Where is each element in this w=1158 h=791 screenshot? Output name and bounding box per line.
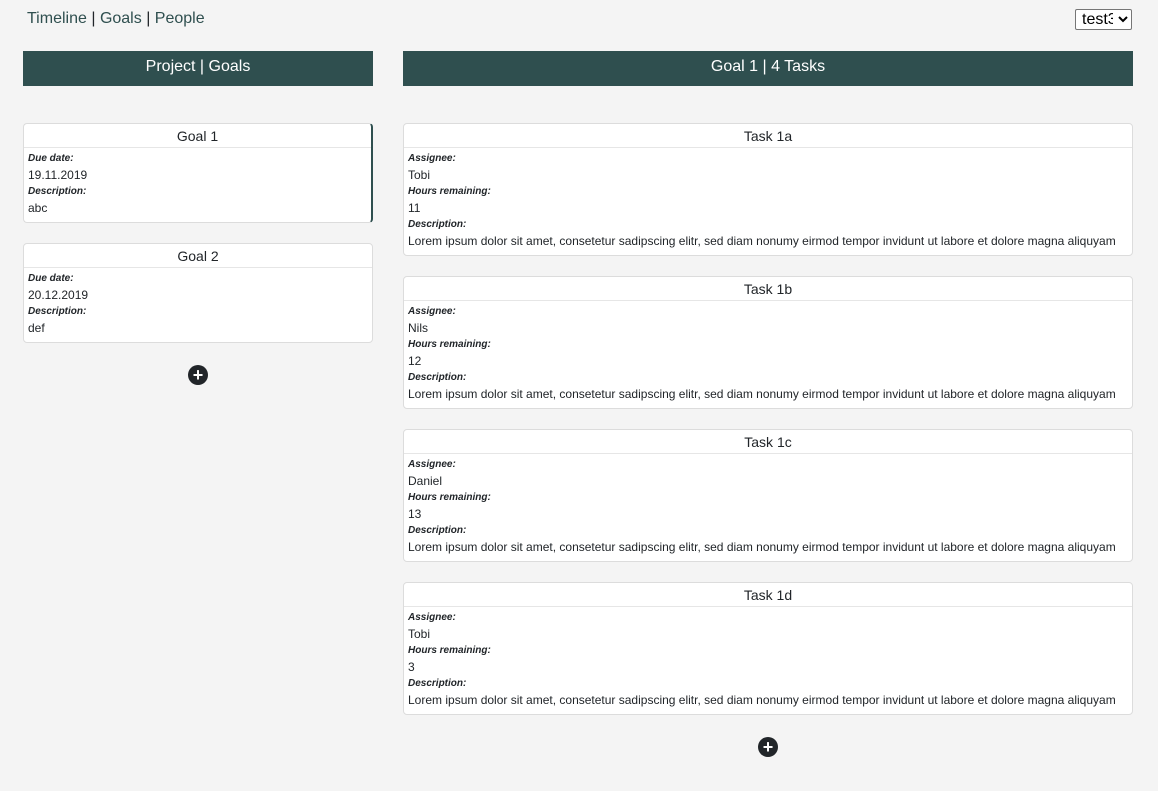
goal-card[interactable]: Goal 1 Due date: 19.11.2019 Description:… <box>23 123 373 223</box>
description-label: Description: <box>28 186 87 197</box>
hours-remaining-label: Hours remaining: <box>408 492 491 503</box>
assignee-value: Nils <box>408 321 428 335</box>
description-value: Lorem ipsum dolor sit amet, consetetur s… <box>408 540 1116 554</box>
assignee-value: Tobi <box>408 168 431 182</box>
nav-separator: | <box>91 10 96 27</box>
goal-title: Goal 2 <box>24 244 372 268</box>
project-select[interactable]: test3 <box>1075 9 1132 30</box>
nav-people-link[interactable]: People <box>155 10 205 27</box>
goal-card[interactable]: Goal 2 Due date: 20.12.2019 Description:… <box>23 243 373 343</box>
assignee-label: Assignee: <box>408 153 456 164</box>
goals-column-header: Project | Goals <box>23 51 373 86</box>
hours-remaining-value: 12 <box>408 354 422 368</box>
description-value: abc <box>28 201 48 215</box>
hours-remaining-label: Hours remaining: <box>408 645 491 656</box>
plus-circle-icon: + <box>192 365 204 385</box>
assignee-label: Assignee: <box>408 612 456 623</box>
goal-title: Goal 1 <box>24 124 371 148</box>
description-label: Description: <box>408 219 467 230</box>
task-card[interactable]: Task 1a Assignee: Tobi Hours remaining: … <box>403 123 1133 256</box>
description-label: Description: <box>408 678 467 689</box>
due-date-value: 19.11.2019 <box>28 168 88 182</box>
nav-goals-link[interactable]: Goals <box>100 10 142 27</box>
assignee-label: Assignee: <box>408 306 456 317</box>
plus-circle-icon: + <box>762 737 774 757</box>
top-nav: Timeline | Goals | People <box>27 9 205 29</box>
assignee-value: Daniel <box>408 474 443 488</box>
description-value: Lorem ipsum dolor sit amet, consetetur s… <box>408 693 1116 707</box>
due-date-label: Due date: <box>28 153 74 164</box>
hours-remaining-label: Hours remaining: <box>408 339 491 350</box>
add-goal-button[interactable]: + <box>188 365 208 385</box>
hours-remaining-label: Hours remaining: <box>408 186 491 197</box>
task-card[interactable]: Task 1c Assignee: Daniel Hours remaining… <box>403 429 1133 562</box>
nav-separator: | <box>146 10 151 27</box>
due-date-value: 20.12.2019 <box>28 288 89 302</box>
task-title: Task 1b <box>404 277 1132 301</box>
assignee-value: Tobi <box>408 627 431 641</box>
description-label: Description: <box>28 306 87 317</box>
task-card[interactable]: Task 1d Assignee: Tobi Hours remaining: … <box>403 582 1133 715</box>
hours-remaining-value: 11 <box>408 201 421 215</box>
description-value: Lorem ipsum dolor sit amet, consetetur s… <box>408 234 1116 248</box>
hours-remaining-value: 3 <box>408 660 415 674</box>
task-title: Task 1a <box>404 124 1132 148</box>
task-card[interactable]: Task 1b Assignee: Nils Hours remaining: … <box>403 276 1133 409</box>
assignee-label: Assignee: <box>408 459 456 470</box>
add-task-button[interactable]: + <box>758 737 778 757</box>
description-label: Description: <box>408 525 467 536</box>
due-date-label: Due date: <box>28 273 74 284</box>
description-label: Description: <box>408 372 467 383</box>
description-value: def <box>28 321 45 335</box>
hours-remaining-value: 13 <box>408 507 422 521</box>
task-title: Task 1c <box>404 430 1132 454</box>
task-title: Task 1d <box>404 583 1132 607</box>
description-value: Lorem ipsum dolor sit amet, consetetur s… <box>408 387 1116 401</box>
nav-timeline-link[interactable]: Timeline <box>27 10 87 27</box>
tasks-column-header: Goal 1 | 4 Tasks <box>403 51 1133 86</box>
